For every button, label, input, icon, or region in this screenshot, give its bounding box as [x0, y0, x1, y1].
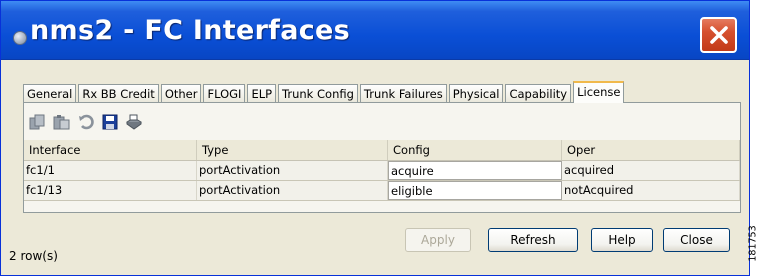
apply-button[interactable]: Apply: [405, 228, 471, 252]
close-button[interactable]: Close: [663, 228, 730, 252]
paste-icon[interactable]: [52, 112, 72, 132]
tab-general[interactable]: General: [23, 84, 77, 103]
print-icon[interactable]: [124, 112, 144, 132]
cell-config[interactable]: eligible: [388, 181, 562, 200]
cell-oper[interactable]: acquired: [562, 161, 740, 180]
row-count-status: 2 row(s): [9, 249, 58, 263]
undo-icon[interactable]: [76, 112, 96, 132]
tab-elp[interactable]: ELP: [247, 84, 277, 103]
cell-interface[interactable]: fc1/13: [24, 181, 197, 200]
tab-other[interactable]: Other: [160, 84, 202, 103]
tab-trunk-failures[interactable]: Trunk Failures: [359, 84, 447, 103]
tab-flogi[interactable]: FLOGI: [203, 84, 246, 103]
fc-interfaces-window: nms2 - FC Interfaces General Rx BB Credi…: [0, 0, 750, 276]
help-button[interactable]: Help: [591, 228, 653, 252]
tab-license[interactable]: License: [573, 81, 625, 103]
close-window-button[interactable]: [700, 17, 737, 53]
table-header: Interface Type Config Oper: [24, 140, 740, 161]
figure-id-text: 181753: [747, 225, 759, 262]
title-bar[interactable]: nms2 - FC Interfaces: [1, 1, 749, 60]
window-title: nms2 - FC Interfaces: [30, 15, 351, 46]
tab-trunk-config[interactable]: Trunk Config: [278, 84, 358, 103]
cell-type[interactable]: portActivation: [197, 161, 388, 180]
license-table: Interface Type Config Oper fc1/1 portAct…: [24, 140, 740, 201]
column-header-config[interactable]: Config: [388, 140, 562, 160]
tab-bar: General Rx BB Credit Other FLOGI ELP Tru…: [23, 81, 626, 103]
column-header-oper[interactable]: Oper: [562, 140, 740, 160]
column-header-type[interactable]: Type: [197, 140, 388, 160]
save-icon[interactable]: [100, 112, 120, 132]
table-row[interactable]: fc1/13 portActivation eligible notAcquir…: [24, 181, 740, 201]
tab-capability[interactable]: Capability: [505, 84, 572, 103]
table-toolbar: [28, 112, 144, 134]
app-orb-icon: [13, 31, 27, 45]
cell-config[interactable]: acquire: [388, 161, 562, 180]
refresh-button[interactable]: Refresh: [488, 228, 578, 252]
copy-icon[interactable]: [28, 112, 48, 132]
cell-type[interactable]: portActivation: [197, 181, 388, 200]
cell-interface[interactable]: fc1/1: [24, 161, 197, 180]
table-row[interactable]: fc1/1 portActivation acquire acquired: [24, 161, 740, 181]
license-tab-panel: Interface Type Config Oper fc1/1 portAct…: [23, 102, 741, 213]
tab-rx-bb-credit[interactable]: Rx BB Credit: [78, 84, 159, 103]
cell-oper[interactable]: notAcquired: [562, 181, 740, 200]
figure-id: 181753: [748, 220, 764, 270]
tab-physical[interactable]: Physical: [448, 84, 504, 103]
close-icon: [710, 26, 728, 44]
column-header-interface[interactable]: Interface: [24, 140, 197, 160]
